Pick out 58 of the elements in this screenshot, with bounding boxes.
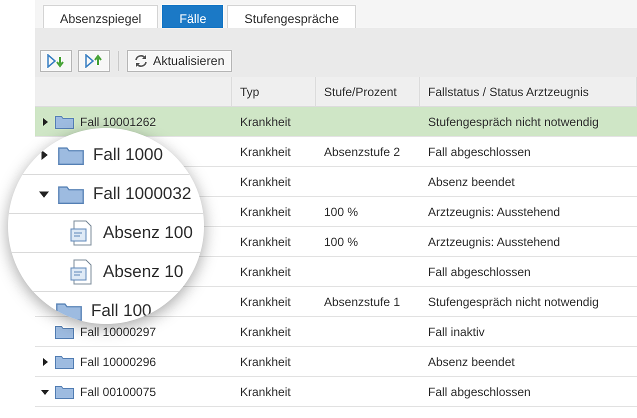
table-cell: Krankheit bbox=[240, 264, 291, 278]
case-name[interactable]: Fall 00100075 bbox=[80, 384, 156, 398]
absence-name: Absenz 10 bbox=[103, 262, 184, 282]
column-header[interactable]: Stufe/Prozent bbox=[316, 77, 420, 107]
folder-icon bbox=[55, 354, 74, 368]
column-header[interactable]: Fallstatus / Status Arztzeugnis bbox=[420, 77, 637, 107]
collapsed-arrow-icon[interactable] bbox=[39, 150, 49, 160]
table-cell: Fall abgeschlossen bbox=[428, 264, 531, 278]
document-icon bbox=[70, 220, 94, 246]
table-cell: Arztzeugnis: Ausstehend bbox=[428, 234, 560, 248]
table-cell: Krankheit bbox=[240, 234, 291, 248]
table-cell: 100 % bbox=[324, 234, 358, 248]
case-name[interactable]: Fall 10000296 bbox=[80, 354, 156, 368]
folder-icon bbox=[55, 384, 74, 398]
tab[interactable]: Fälle bbox=[162, 5, 224, 28]
table-cell: 100 % bbox=[324, 204, 358, 218]
table-cell: Absenzstufe 2 bbox=[324, 144, 400, 158]
table-cell: Absenzstufe 1 bbox=[324, 294, 400, 308]
collapse-all-button[interactable] bbox=[78, 50, 110, 72]
case-name: Fall 1000 bbox=[93, 145, 163, 165]
table-cell: Krankheit bbox=[240, 204, 291, 218]
expanded-arrow-icon[interactable] bbox=[39, 189, 49, 199]
folder-icon bbox=[58, 184, 84, 204]
case-name: Fall 1000032 bbox=[93, 184, 192, 204]
table-cell: Krankheit bbox=[240, 354, 291, 368]
table-cell: Stufengespräch nicht notwendig bbox=[428, 114, 599, 128]
case-name[interactable]: Fall 10000297 bbox=[80, 324, 156, 338]
table-cell: Krankheit bbox=[240, 324, 291, 338]
table-cell: Absenz beendet bbox=[428, 174, 515, 188]
absence-name: Absenz 100 bbox=[103, 223, 193, 243]
tab[interactable]: Absenzspiegel bbox=[43, 5, 158, 28]
triangle-up-arrow-icon bbox=[85, 54, 103, 68]
tab[interactable]: Stufengespräche bbox=[227, 5, 356, 28]
table-cell: Fall abgeschlossen bbox=[428, 144, 531, 158]
table-cell: Krankheit bbox=[240, 294, 291, 308]
collapsed-arrow-icon[interactable] bbox=[41, 358, 49, 366]
triangle-down-arrow-icon bbox=[47, 54, 65, 68]
document-icon bbox=[70, 259, 94, 285]
collapsed-arrow-icon[interactable] bbox=[41, 118, 49, 126]
table-cell: Fall abgeschlossen bbox=[428, 384, 531, 398]
case-name[interactable]: Fall 10001262 bbox=[80, 114, 156, 128]
table-cell: Arztzeugnis: Ausstehend bbox=[428, 204, 560, 218]
table-cell: Krankheit bbox=[240, 144, 291, 158]
expand-all-button[interactable] bbox=[40, 50, 72, 72]
case-name: Fall 100 bbox=[91, 301, 152, 321]
table-cell: Fall inaktiv bbox=[428, 324, 485, 338]
folder-icon bbox=[56, 302, 82, 320]
folder-icon bbox=[58, 146, 84, 164]
table-cell: Krankheit bbox=[240, 114, 291, 128]
table-cell: Krankheit bbox=[240, 174, 291, 188]
table-cell: Absenz beendet bbox=[428, 354, 515, 368]
refresh-button[interactable]: Aktualisieren bbox=[127, 50, 232, 72]
table-cell: Stufengespräch nicht notwendig bbox=[428, 294, 599, 308]
table-cell: Krankheit bbox=[240, 384, 291, 398]
column-header[interactable]: Typ bbox=[232, 77, 316, 107]
selected-row[interactable]: Fall 10001262 Krankheit Stufengespräch nicht notwendig bbox=[35, 107, 637, 137]
refresh-icon bbox=[134, 54, 148, 68]
expanded-arrow-icon[interactable] bbox=[41, 388, 49, 396]
